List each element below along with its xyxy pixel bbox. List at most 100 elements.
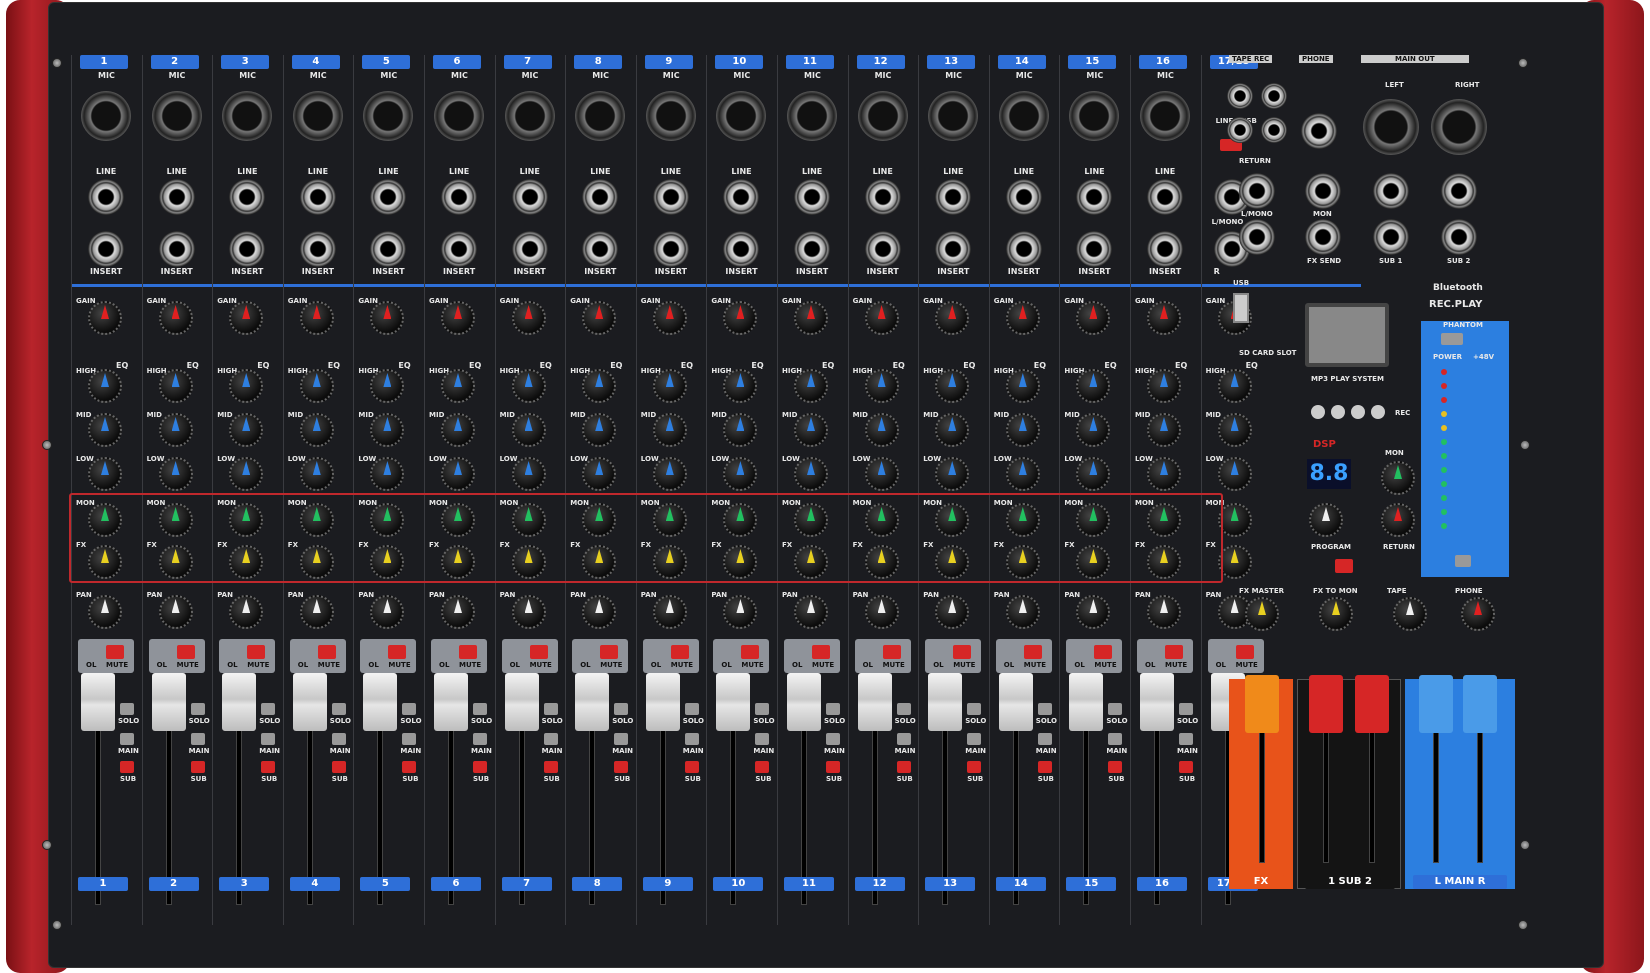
mid-eq-knob[interactable]: [864, 413, 899, 447]
gain-knob[interactable]: [370, 301, 405, 335]
line-jack[interactable]: [158, 179, 195, 215]
line-jack[interactable]: [652, 179, 689, 215]
mute-button[interactable]: [388, 645, 407, 659]
mute-button[interactable]: [459, 645, 477, 659]
main-button[interactable]: [896, 733, 911, 745]
main-button[interactable]: [684, 733, 699, 745]
gain-knob[interactable]: [1076, 301, 1111, 335]
mute-button[interactable]: [176, 645, 195, 659]
phone-jack[interactable]: [1301, 113, 1337, 149]
mute-button[interactable]: [812, 645, 830, 659]
xlr-input[interactable]: [857, 91, 908, 141]
line-jack[interactable]: [582, 179, 619, 215]
xlr-input[interactable]: [151, 91, 202, 141]
tape-knob[interactable]: [1393, 597, 1427, 631]
high-eq-knob[interactable]: [299, 369, 334, 403]
mid-eq-knob[interactable]: [652, 413, 687, 447]
channel-fader[interactable]: [292, 673, 327, 731]
line-jack[interactable]: [88, 179, 124, 215]
line-jack[interactable]: [299, 179, 336, 215]
high-eq-knob[interactable]: [441, 369, 475, 403]
insert-jack[interactable]: [864, 231, 901, 267]
xlr-input[interactable]: [222, 91, 273, 141]
xlr-input[interactable]: [81, 91, 131, 141]
solo-button[interactable]: [826, 703, 840, 715]
channel-fader[interactable]: [857, 673, 892, 731]
main-sub-switch[interactable]: [1455, 555, 1471, 567]
solo-button[interactable]: [967, 703, 982, 715]
mid-eq-knob[interactable]: [1005, 413, 1040, 447]
mid-eq-knob[interactable]: [582, 413, 617, 447]
channel-fader[interactable]: [222, 673, 257, 731]
insert-jack[interactable]: [652, 231, 689, 267]
line-jack[interactable]: [794, 179, 830, 215]
main-button[interactable]: [1108, 733, 1123, 745]
pan-knob[interactable]: [582, 595, 617, 629]
xlr-input[interactable]: [787, 91, 837, 141]
solo-button[interactable]: [684, 703, 699, 715]
line-jack[interactable]: [1076, 179, 1113, 215]
sub-button[interactable]: [261, 761, 276, 773]
gain-knob[interactable]: [935, 301, 970, 335]
high-eq-knob[interactable]: [794, 369, 828, 403]
line-jack[interactable]: [864, 179, 901, 215]
mute-button[interactable]: [247, 645, 266, 659]
pan-knob[interactable]: [1147, 595, 1181, 629]
phantom-switch[interactable]: [1441, 333, 1463, 345]
mute-button[interactable]: [106, 645, 124, 659]
channel-fader[interactable]: [575, 673, 610, 731]
l-mono-return-jack[interactable]: [1239, 173, 1275, 209]
mid-eq-knob[interactable]: [935, 413, 970, 447]
xlr-input[interactable]: [716, 91, 767, 141]
return-knob[interactable]: [1381, 503, 1415, 537]
mute-button[interactable]: [953, 645, 972, 659]
mon-out-jack[interactable]: [1305, 173, 1341, 209]
sub-button[interactable]: [1108, 761, 1123, 773]
sub1-fader[interactable]: [1309, 675, 1343, 733]
pan-knob[interactable]: [864, 595, 899, 629]
mid-eq-knob[interactable]: [88, 413, 122, 447]
low-eq-knob[interactable]: [652, 457, 687, 491]
sub-button[interactable]: [1179, 761, 1193, 773]
channel-fader[interactable]: [1069, 673, 1104, 731]
channel-fader[interactable]: [716, 673, 751, 731]
channel-fader[interactable]: [81, 673, 115, 731]
high-eq-knob[interactable]: [723, 369, 758, 403]
mid-eq-knob[interactable]: [794, 413, 828, 447]
insert-jack[interactable]: [299, 231, 336, 267]
high-eq-knob[interactable]: [229, 369, 264, 403]
mid-eq-knob[interactable]: [441, 413, 475, 447]
main-button[interactable]: [1037, 733, 1052, 745]
pan-knob[interactable]: [723, 595, 758, 629]
pan-knob[interactable]: [229, 595, 264, 629]
xlr-input[interactable]: [1069, 91, 1120, 141]
xlr-input[interactable]: [292, 91, 343, 141]
tape-rec-l-jack[interactable]: [1227, 83, 1253, 109]
pan-knob[interactable]: [1076, 595, 1111, 629]
gain-knob[interactable]: [794, 301, 828, 335]
usb-port[interactable]: [1233, 293, 1249, 323]
gain-knob[interactable]: [582, 301, 617, 335]
solo-button[interactable]: [1179, 703, 1193, 715]
gain-knob[interactable]: [723, 301, 758, 335]
sub1-jack[interactable]: [1373, 219, 1409, 255]
gain-knob[interactable]: [652, 301, 687, 335]
main-button[interactable]: [261, 733, 276, 745]
xlr-input[interactable]: [434, 91, 484, 141]
mid-eq-knob[interactable]: [299, 413, 334, 447]
low-eq-knob[interactable]: [1076, 457, 1111, 491]
line-jack[interactable]: [723, 179, 760, 215]
mp3-button-3[interactable]: [1351, 405, 1365, 419]
sub-button[interactable]: [543, 761, 558, 773]
solo-button[interactable]: [755, 703, 770, 715]
dsp-mute-button[interactable]: [1335, 559, 1353, 573]
mid-eq-knob[interactable]: [1217, 413, 1252, 447]
low-eq-knob[interactable]: [511, 457, 546, 491]
sub-button[interactable]: [190, 761, 205, 773]
insert-jack[interactable]: [1147, 231, 1183, 267]
low-eq-knob[interactable]: [1147, 457, 1181, 491]
channel-fader[interactable]: [787, 673, 821, 731]
insert-jack[interactable]: [582, 231, 619, 267]
solo-button[interactable]: [543, 703, 558, 715]
low-eq-knob[interactable]: [1217, 457, 1252, 491]
